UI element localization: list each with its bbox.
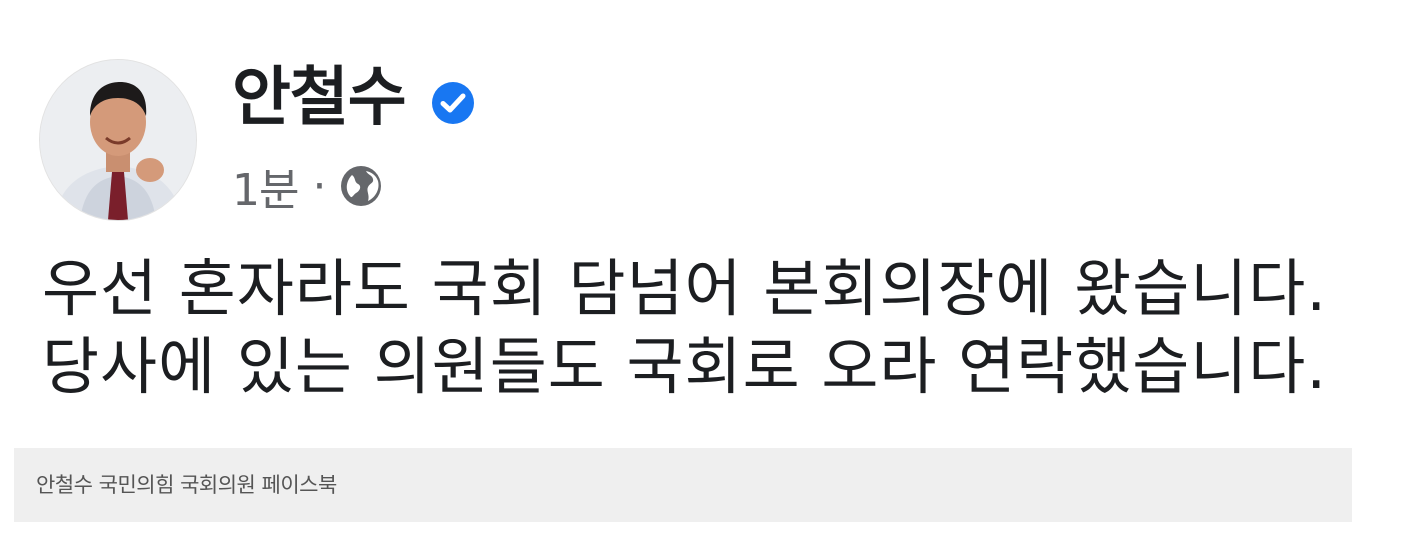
author-avatar[interactable] xyxy=(40,60,196,220)
author-name[interactable]: 안철수 xyxy=(232,60,407,136)
image-caption: 안철수 국민의힘 국회의원 페이스북 xyxy=(36,473,337,497)
post-body: 우선 혼자라도 국회 담넘어 본회의장에 왔습니다. 당사에 있는 의원들도 국… xyxy=(42,250,1362,406)
verified-badge-icon xyxy=(432,82,474,124)
profile-photo-icon xyxy=(40,60,196,220)
globe-icon[interactable] xyxy=(338,163,384,209)
post-text-line-1: 우선 혼자라도 국회 담넘어 본회의장에 왔습니다. xyxy=(42,252,1328,325)
post-timestamp[interactable]: 1분 xyxy=(232,154,299,218)
post-text-line-2: 당사에 있는 의원들도 국회로 오라 연락했습니다. xyxy=(42,330,1328,403)
meta-separator: · xyxy=(312,160,327,212)
screenshot-page: 안철수 1분 · 우선 혼자라도 국회 담넘어 본회의장에 왔습니다. 당사에 … xyxy=(0,0,1404,540)
post-header: 안철수 1분 · xyxy=(40,60,1340,225)
image-caption-box: 안철수 국민의힘 국회의원 페이스북 xyxy=(14,448,1352,522)
post-meta: 1분 · xyxy=(232,156,384,216)
